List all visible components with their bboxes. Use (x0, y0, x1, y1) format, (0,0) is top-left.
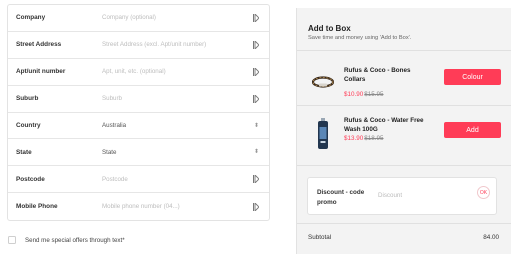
special-offers-option[interactable]: Send me special offers through text* (8, 236, 125, 244)
street-address-field[interactable]: Street Address Street Address (excl. Apt… (8, 32, 269, 59)
panel-subtitle: Save time and money using 'Add to Box'. (308, 35, 412, 41)
product-price: $13.90$18.95 (344, 135, 384, 142)
add-button[interactable]: Add (444, 122, 501, 138)
product-item: Rufus & Coco - Bones Collars $10.90$15.9… (308, 67, 501, 107)
suburb-field[interactable]: Suburb Suburb (8, 86, 269, 113)
autofill-icon[interactable] (253, 175, 259, 184)
divider (297, 105, 511, 106)
company-input[interactable]: Company (optional) (102, 14, 269, 21)
add-to-box-panel: Add to Box Save time and money using 'Ad… (296, 8, 511, 254)
product-price: $10.90$15.95 (344, 91, 384, 98)
sale-price: $10.90 (344, 91, 364, 98)
discount-label: Discount - code promo (317, 189, 365, 206)
mobile-phone-input[interactable]: Mobile phone number (04...) (102, 203, 269, 210)
country-value[interactable]: Australia (102, 122, 269, 129)
company-field[interactable]: Company Company (optional) (8, 5, 269, 32)
original-price: $15.95 (364, 91, 384, 98)
apt-unit-input[interactable]: Apt, unit, etc. (optional) (102, 68, 269, 75)
street-address-input[interactable]: Street Address (excl. Apt/unit number) (102, 41, 269, 48)
mobile-phone-field[interactable]: Mobile Phone Mobile phone number (04...) (8, 193, 269, 220)
autofill-icon[interactable] (253, 67, 259, 76)
discount-code-box: Discount - code promo Discount OK (307, 177, 497, 215)
sale-price: $13.90 (344, 135, 364, 142)
divider (297, 165, 511, 166)
autofill-icon[interactable] (253, 202, 259, 211)
product-item: Rufus & Coco - Water Free Wash 100G $13.… (308, 117, 501, 157)
autofill-icon[interactable] (253, 13, 259, 22)
discount-input[interactable]: Discount (378, 192, 402, 199)
autofill-icon[interactable] (253, 94, 259, 103)
shipping-address-form: Company Company (optional) Street Addres… (7, 4, 270, 222)
state-select[interactable]: State State ⬍ (8, 139, 269, 167)
product-name: Rufus & Coco - Water Free Wash 100G (344, 117, 424, 133)
autofill-icon[interactable] (253, 40, 259, 49)
divider (297, 223, 511, 224)
original-price: $18.95 (364, 135, 384, 142)
special-offers-label: Send me special offers through text* (25, 236, 125, 244)
special-offers-checkbox[interactable] (8, 236, 16, 244)
country-select[interactable]: Country Australia ⬍ (8, 113, 269, 140)
wash-bottle-icon (308, 117, 338, 151)
state-label: State (16, 148, 32, 156)
state-value[interactable]: State (102, 149, 269, 156)
postcode-field[interactable]: Postcode Postcode (8, 166, 269, 194)
postcode-input[interactable]: Postcode (102, 176, 269, 183)
product-name: Rufus & Coco - Bones Collars (344, 67, 411, 83)
suburb-input[interactable]: Suburb (102, 95, 269, 102)
collar-icon (308, 67, 338, 97)
mobile-phone-label: Mobile Phone (16, 203, 58, 211)
subtotal-value: 84.00 (483, 234, 499, 241)
divider (297, 50, 511, 51)
subtotal-label: Subtotal (308, 234, 332, 241)
company-label: Company (16, 14, 46, 22)
discount-ok-button[interactable]: OK (477, 186, 490, 199)
suburb-label: Suburb (16, 95, 39, 103)
apt-unit-label: Apt/unit number (16, 68, 66, 76)
select-arrows-icon[interactable]: ⬍ (254, 123, 259, 129)
country-label: Country (16, 122, 41, 129)
panel-title: Add to Box (308, 24, 351, 33)
apt-unit-field[interactable]: Apt/unit number Apt, unit, etc. (optiona… (8, 59, 269, 86)
colour-button[interactable]: Colour (444, 69, 501, 85)
select-arrows-icon[interactable]: ⬍ (254, 149, 259, 155)
street-address-label: Street Address (16, 41, 62, 49)
postcode-label: Postcode (16, 175, 45, 183)
